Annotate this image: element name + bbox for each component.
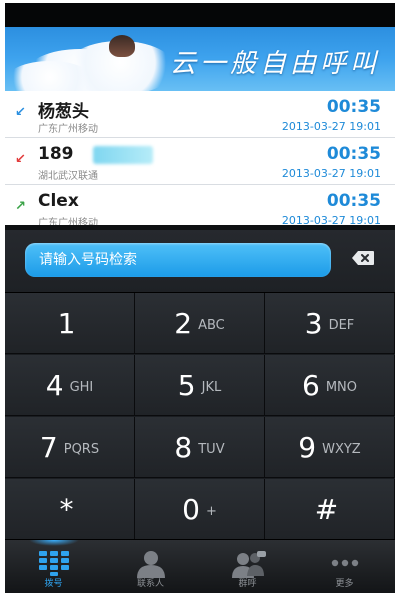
outgoing-call-icon: ↗ (15, 199, 26, 214)
key-letters: WXYZ (322, 441, 361, 457)
tab-dial[interactable]: 拨号 (5, 540, 102, 593)
key-digit: 7 (39, 430, 58, 464)
caller-location: 广东广州移动 (38, 218, 98, 225)
key-digit: 5 (177, 368, 196, 402)
tab-label: 更多 (335, 579, 354, 589)
key-digit: 2 (174, 306, 193, 340)
key-letters: JKL (201, 379, 222, 395)
key-digit: * (59, 492, 74, 526)
number-search-input[interactable] (25, 243, 331, 277)
key-letters: MNO (325, 379, 357, 395)
tab-label: 群呼 (238, 579, 257, 589)
phone-screen: 云一般自由呼叫 ↙ 杨葱头 广东广州移动 00:35 2013-03-27 19… (5, 3, 395, 593)
call-date: 2013-03-27 19:01 (281, 167, 381, 180)
tab-more[interactable]: 更多 (296, 540, 393, 593)
key-letters: TUV (198, 441, 225, 457)
key-letters: PQRS (63, 441, 100, 457)
key-7[interactable]: 7 PQRS (5, 417, 135, 478)
backspace-icon[interactable] (351, 250, 375, 266)
key-letters: DEF (328, 317, 355, 333)
key-8[interactable]: 8 TUV (135, 417, 265, 478)
call-date: 2013-03-27 19:01 (281, 214, 381, 225)
caller-name: Clex (38, 191, 79, 211)
key-2[interactable]: 2 ABC (135, 293, 265, 354)
caller-name: 189 (38, 144, 74, 164)
key-3[interactable]: 3 DEF (265, 293, 395, 354)
call-log-item[interactable]: ↗ Clex 广东广州移动 00:35 2013-03-27 19:01 (5, 185, 395, 225)
tab-group-call[interactable]: 群呼 (199, 540, 296, 593)
contact-icon (137, 551, 165, 578)
call-date: 2013-03-27 19:01 (281, 120, 381, 133)
call-duration: 00:35 (326, 97, 381, 117)
key-digit: 4 (45, 368, 64, 402)
bottom-tab-bar: 拨号 联系人 群呼 更多 (5, 539, 395, 593)
key-4[interactable]: 4 GHI (5, 355, 135, 416)
more-icon (331, 559, 359, 567)
key-digit: 6 (301, 368, 320, 402)
missed-call-icon: ↙ (15, 152, 26, 167)
call-log-item[interactable]: ↙ 杨葱头 广东广州移动 00:35 2013-03-27 19:01 (5, 91, 395, 138)
status-bar (5, 3, 395, 27)
active-tab-glow (29, 540, 79, 546)
key-digit: 0 (182, 492, 200, 526)
call-duration: 00:35 (326, 191, 381, 211)
caller-location: 广东广州移动 (38, 124, 98, 135)
call-log-item[interactable]: ↙ 189 湖北武汉联通 00:35 2013-03-27 19:01 (5, 138, 395, 185)
tab-label: 联系人 (136, 579, 164, 589)
call-log-list: ↙ 杨葱头 广东广州移动 00:35 2013-03-27 19:01 ↙ 18… (5, 91, 395, 225)
key-1[interactable]: 1 (5, 293, 135, 354)
banner-figure (109, 35, 135, 57)
key-digit: 9 (298, 430, 317, 464)
tab-contacts[interactable]: 联系人 (102, 540, 199, 593)
dialpad-icon (39, 551, 69, 576)
key-hash[interactable]: # (265, 479, 395, 540)
caller-name: 杨葱头 (38, 102, 89, 122)
banner[interactable]: 云一般自由呼叫 (5, 27, 395, 91)
banner-slogan: 云一般自由呼叫 (169, 49, 380, 79)
search-bar (5, 230, 395, 293)
dialer-panel: 1 2 ABC 3 DEF 4 GHI 5 JKL 6 MNO (5, 230, 395, 593)
key-6[interactable]: 6 MNO (265, 355, 395, 416)
key-letters: + (205, 503, 217, 519)
key-digit: 1 (57, 306, 76, 340)
key-9[interactable]: 9 WXYZ (265, 417, 395, 478)
key-letters: ABC (198, 317, 225, 333)
key-0[interactable]: 0 + (135, 479, 265, 540)
dial-keypad: 1 2 ABC 3 DEF 4 GHI 5 JKL 6 MNO 7 PQRS 8… (5, 293, 395, 541)
key-letters: GHI (69, 379, 94, 395)
tab-label: 拨号 (44, 579, 63, 589)
call-duration: 00:35 (326, 144, 381, 164)
key-digit: 8 (174, 430, 193, 464)
redacted-number-mask (93, 146, 153, 164)
group-call-icon (232, 551, 266, 578)
key-star[interactable]: * (5, 479, 135, 540)
key-digit: # (314, 492, 339, 526)
caller-location: 湖北武汉联通 (38, 171, 98, 182)
key-5[interactable]: 5 JKL (135, 355, 265, 416)
key-digit: 3 (304, 306, 323, 340)
incoming-call-icon: ↙ (15, 105, 26, 120)
